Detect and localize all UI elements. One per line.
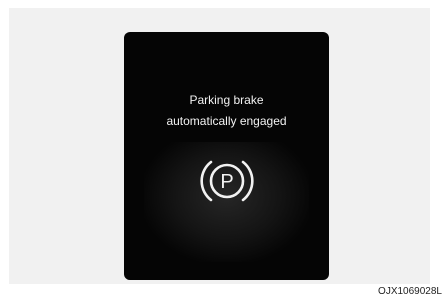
warning-message-line-2: automatically engaged [166,114,287,128]
parking-brake-icon: P [200,160,254,202]
warning-message: Parking brake automatically engaged [124,90,329,132]
figure-frame: Parking brake automatically engaged P OJ… [0,0,442,299]
warning-message-line-1: Parking brake [189,93,264,107]
parking-brake-letter: P [220,171,233,193]
figure-code: OJX1069028L [378,286,442,297]
instrument-cluster-display: Parking brake automatically engaged P [124,32,329,280]
